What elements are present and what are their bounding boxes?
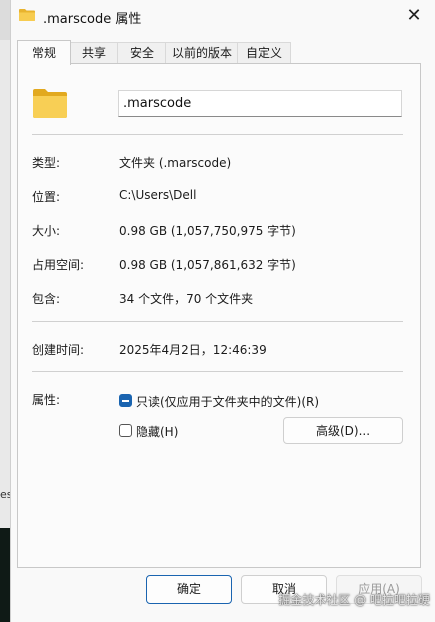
tab-customize[interactable]: 自定义 [237, 42, 291, 64]
readonly-checkbox[interactable] [119, 394, 132, 407]
advanced-button[interactable]: 高级(D)... [283, 417, 403, 444]
divider [32, 371, 403, 372]
window-title: .marscode 属性 [43, 12, 142, 27]
created-label: 创建时间: [32, 343, 85, 357]
contains-label: 包含: [32, 292, 61, 306]
tab-previous-versions[interactable]: 以前的版本 [165, 42, 239, 64]
created-value: 2025年4月2日，12:46:39 [119, 343, 267, 357]
size-on-disk-label: 占用空间: [32, 258, 85, 272]
tab-security[interactable]: 安全 [117, 42, 167, 64]
location-label: 位置: [32, 190, 61, 204]
watermark: 掘金技术社区 @ 吧拉吧拉硬 [278, 593, 430, 607]
size-on-disk-value: 0.98 GB (1,057,861,632 字节) [119, 258, 296, 272]
type-label: 类型: [32, 156, 61, 170]
hidden-label[interactable]: 隐藏(H) [136, 423, 178, 440]
general-panel: .marscode 类型: 文件夹 (.marscode) 位置: C:\Use… [17, 63, 421, 568]
divider [32, 321, 403, 322]
location-value: C:\Users\Dell [119, 188, 197, 202]
title-bar[interactable]: .marscode 属性 ✕ [11, 0, 435, 34]
ok-button[interactable]: 确定 [146, 575, 232, 604]
tab-sharing[interactable]: 共享 [69, 42, 119, 64]
tab-general[interactable]: 常规 [17, 40, 71, 65]
folder-icon [33, 89, 67, 118]
folder-name-input[interactable]: .marscode [118, 90, 402, 117]
hidden-checkbox[interactable] [119, 424, 132, 437]
background-window: es [0, 0, 13, 622]
close-button[interactable]: ✕ [402, 4, 426, 28]
properties-dialog: .marscode 属性 ✕ 常规 共享 安全 以前的版本 自定义 .marsc… [10, 0, 435, 622]
close-icon: ✕ [406, 5, 422, 26]
readonly-label[interactable]: 只读(仅应用于文件夹中的文件)(R) [136, 393, 319, 410]
type-value: 文件夹 (.marscode) [119, 156, 232, 170]
divider [32, 134, 403, 135]
contains-value: 34 个文件，70 个文件夹 [119, 292, 254, 306]
attributes-label: 属性: [32, 393, 61, 407]
background-taskbar [0, 528, 10, 622]
size-value: 0.98 GB (1,057,750,975 字节) [119, 224, 296, 238]
size-label: 大小: [32, 224, 61, 238]
folder-icon [19, 9, 35, 21]
